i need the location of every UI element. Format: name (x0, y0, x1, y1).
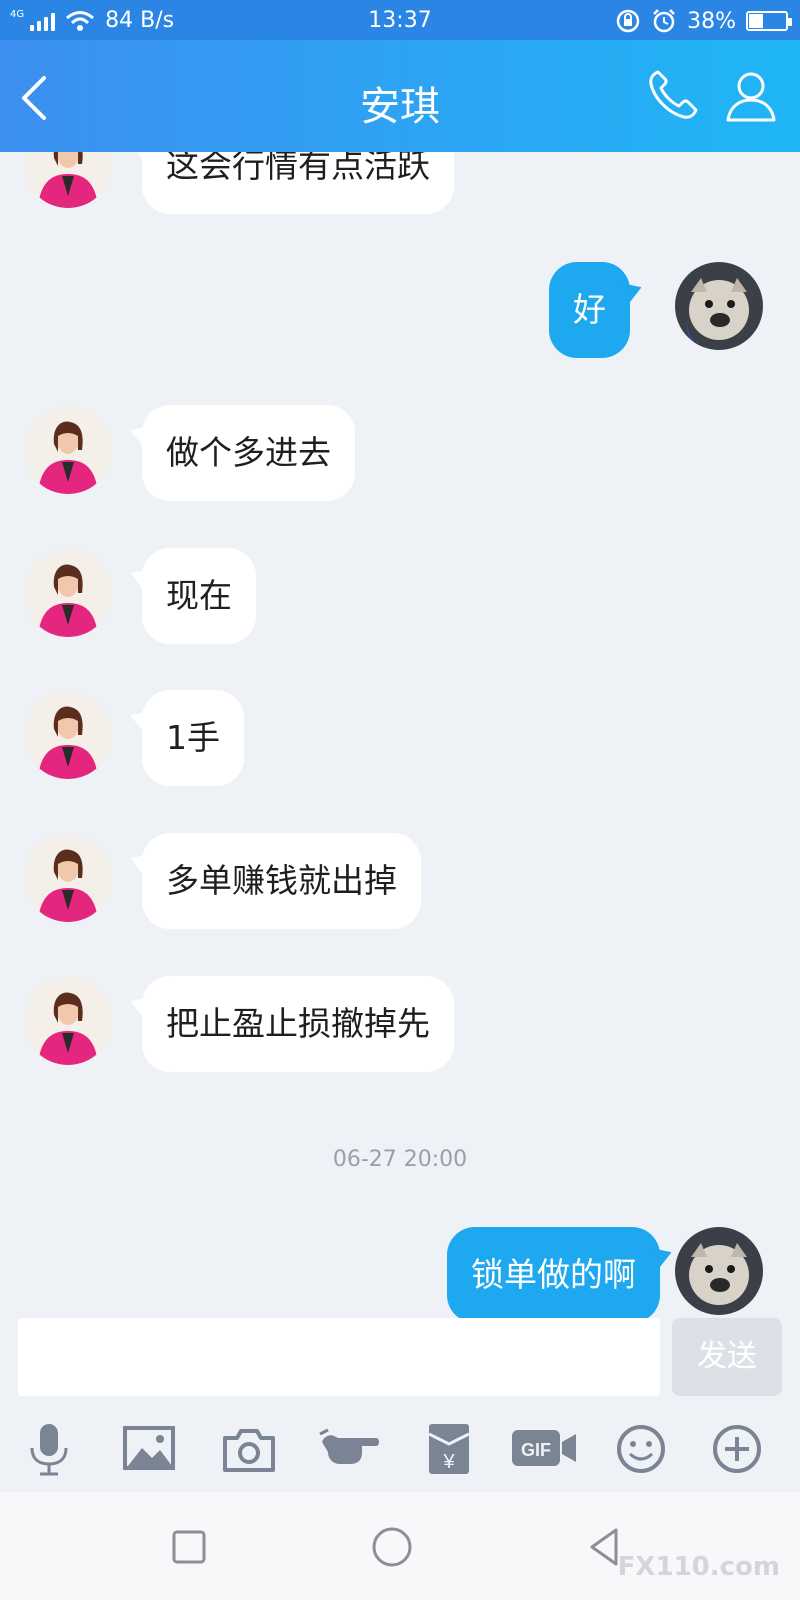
status-right: 38% (615, 8, 792, 34)
battery-icon (746, 11, 792, 31)
message-bubble-incoming[interactable]: 多单赚钱就出掉 (142, 833, 421, 929)
system-nav-bar: FX110.com (0, 1492, 800, 1600)
avatar-woman-icon (24, 977, 112, 1065)
input-toolbar: ¥ GIF (0, 1400, 800, 1492)
watermark: FX110.com (617, 1552, 780, 1582)
message-bubble-outgoing[interactable]: 锁单做的啊 (447, 1227, 660, 1318)
image-icon[interactable] (120, 1422, 178, 1476)
contact-avatar[interactable] (24, 406, 112, 494)
avatar-woman-icon (24, 691, 112, 779)
microphone-icon[interactable] (20, 1422, 78, 1476)
battery-fill (749, 14, 764, 28)
avatar-dog-icon (675, 262, 763, 350)
message-bubble-incoming[interactable]: 这会行情有点活跃 (142, 152, 454, 214)
message-bubble-incoming[interactable]: 把止盈止损撤掉先 (142, 976, 454, 1072)
phone-icon[interactable] (644, 66, 702, 124)
avatar-woman-icon (24, 549, 112, 637)
alarm-icon (653, 9, 675, 33)
camera-icon[interactable] (220, 1422, 278, 1476)
gif-icon[interactable]: GIF (510, 1422, 582, 1476)
contact-avatar[interactable] (24, 977, 112, 1065)
contact-avatar[interactable] (24, 691, 112, 779)
plus-icon[interactable] (708, 1422, 766, 1476)
avatar-woman-icon (24, 406, 112, 494)
chat-header: 安琪 (0, 40, 800, 152)
message-bubble-incoming[interactable]: 1手 (142, 690, 244, 786)
my-avatar[interactable] (675, 1227, 763, 1315)
poke-icon[interactable] (318, 1422, 382, 1476)
avatar-woman-icon (24, 834, 112, 922)
emoji-icon[interactable] (612, 1422, 670, 1476)
red-packet-icon[interactable]: ¥ (420, 1422, 478, 1476)
avatar-dog-icon (675, 1227, 763, 1315)
my-avatar[interactable] (675, 262, 763, 350)
person-icon[interactable] (722, 66, 780, 124)
battery-percent: 38% (687, 8, 736, 34)
contact-avatar[interactable] (24, 152, 112, 208)
input-bar: 发送 (0, 1318, 800, 1398)
status-bar: 4G 84 B/s 13:37 38% (0, 0, 800, 40)
gif-label: GIF (521, 1440, 551, 1460)
message-bubble-incoming[interactable]: 做个多进去 (142, 405, 355, 501)
avatar-woman-icon (24, 152, 112, 208)
message-input[interactable] (18, 1318, 660, 1396)
contact-avatar[interactable] (24, 549, 112, 637)
contact-avatar[interactable] (24, 834, 112, 922)
svg-text:¥: ¥ (442, 1451, 455, 1473)
rotation-lock-icon (616, 9, 640, 33)
message-timestamp: 06-27 20:00 (332, 1147, 468, 1172)
chat-area[interactable]: 这会行情有点活跃 好 做个多进去 现在 1手 多单赚钱就出掉 把止盈止损撤掉先 … (0, 152, 800, 1318)
recent-apps-icon[interactable] (164, 1522, 214, 1572)
message-bubble-incoming[interactable]: 现在 (142, 548, 256, 644)
home-icon[interactable] (367, 1522, 417, 1572)
send-button[interactable]: 发送 (672, 1318, 782, 1396)
message-bubble-outgoing[interactable]: 好 (549, 262, 630, 358)
